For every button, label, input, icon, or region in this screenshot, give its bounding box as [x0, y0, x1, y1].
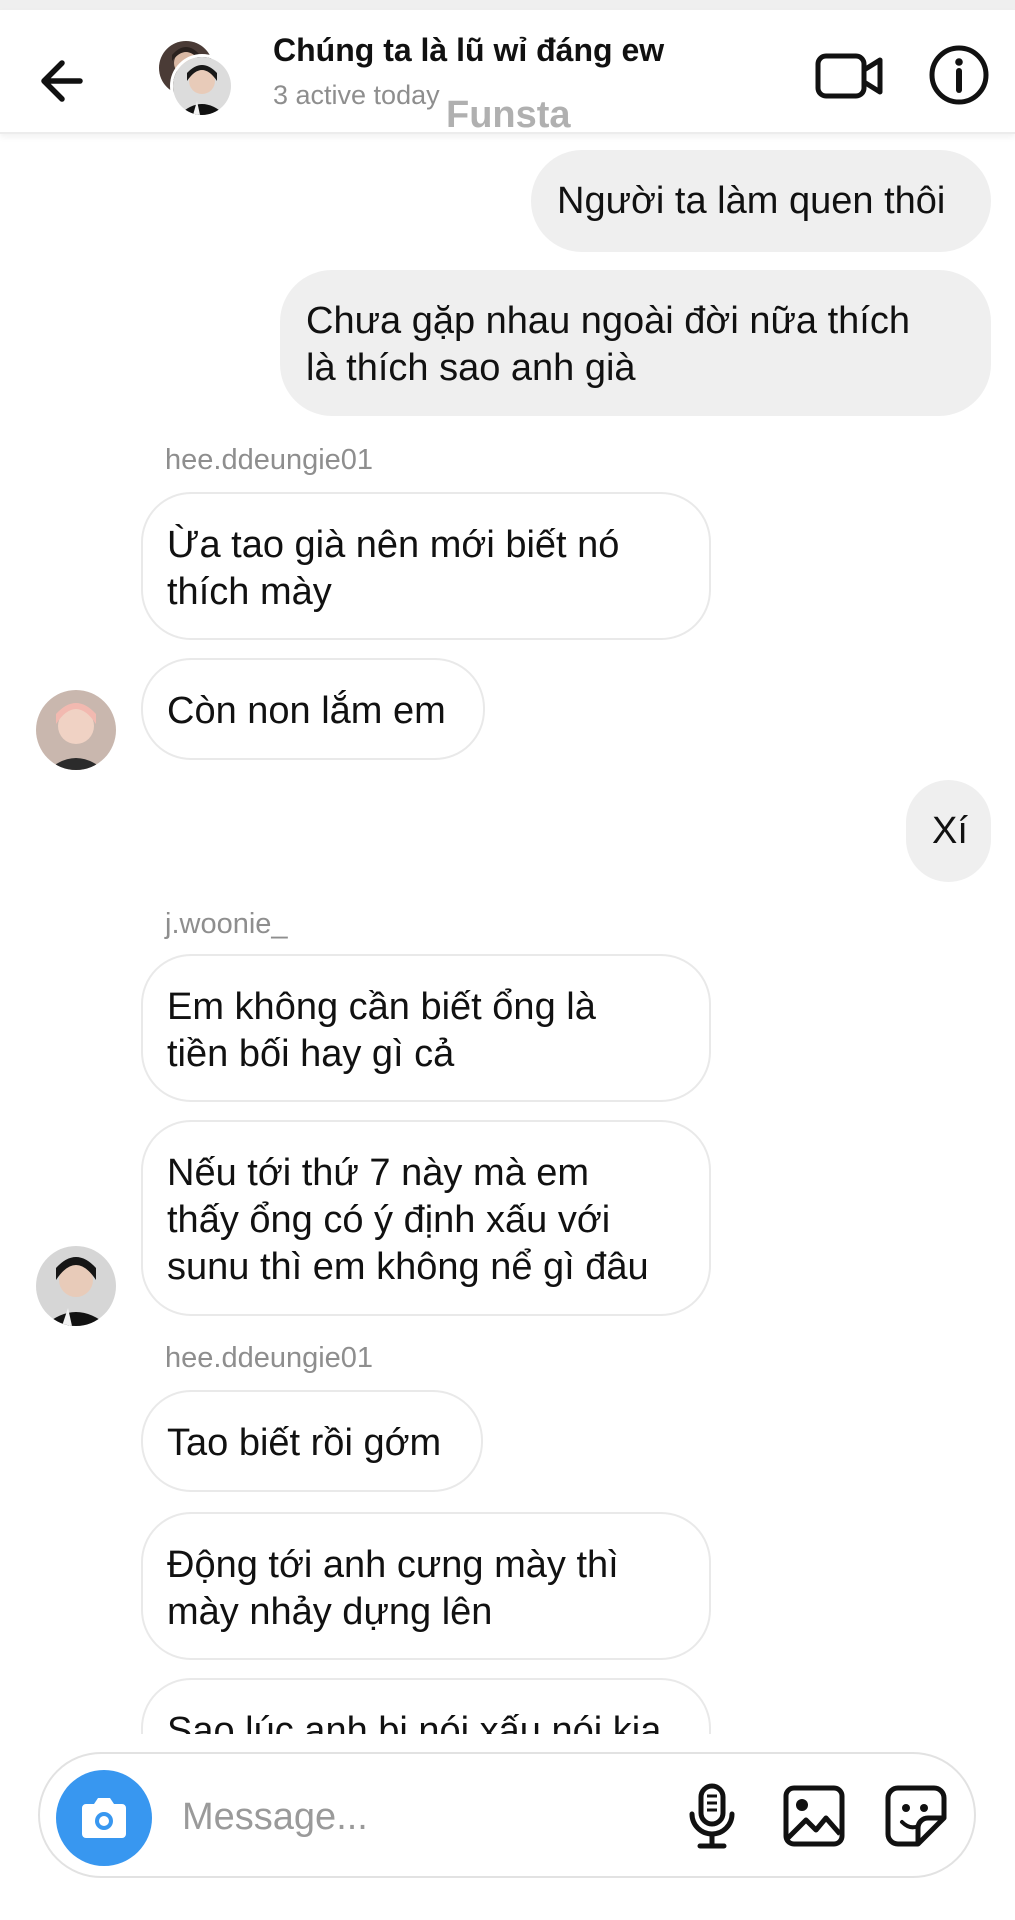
message-text-line: tiền bối hay gì cả — [167, 1033, 455, 1075]
sender-avatar[interactable] — [36, 1246, 116, 1326]
sent-message: Chưa gặp nhau ngoài đời nữa thích là thí… — [280, 270, 991, 416]
camera-icon — [82, 1798, 126, 1838]
message-text-line: Ừa tao già nên mới biết nó — [167, 524, 620, 566]
camera-button[interactable] — [56, 1770, 152, 1866]
message-text-line: thấy ổng có ý định xấu với — [167, 1199, 611, 1241]
received-message: Còn non lắm em — [141, 658, 485, 760]
message-text-line: Chưa gặp nhau ngoài đời nữa thích — [306, 300, 910, 342]
back-arrow-icon[interactable] — [28, 46, 98, 116]
received-message: Tao biết rồi gớm — [141, 1390, 483, 1492]
received-message: Động tới anh cưng mày thì mày nhảy dựng … — [141, 1512, 711, 1660]
gallery-icon[interactable] — [780, 1782, 848, 1850]
watermark: Funsta — [446, 94, 571, 136]
sender-name: j.woonie_ — [165, 908, 288, 940]
microphone-icon[interactable] — [680, 1782, 744, 1850]
chat-header: Chúng ta là lũ wỉ đáng ew 3 active today… — [0, 10, 1015, 136]
sent-message: Người ta làm quen thôi — [531, 150, 991, 252]
sender-name: hee.ddeungie01 — [165, 1342, 374, 1374]
group-member-avatar — [170, 54, 234, 118]
message-text-line: Em không cần biết ổng là — [167, 986, 596, 1028]
message-text-line: Nếu tới thứ 7 này mà em — [167, 1152, 590, 1194]
group-avatar[interactable] — [152, 30, 242, 122]
sender-name: hee.ddeungie01 — [165, 444, 374, 476]
active-status: 3 active today — [273, 80, 440, 110]
video-call-icon[interactable] — [812, 44, 888, 108]
chat-title[interactable]: Chúng ta là lũ wỉ đáng ew — [273, 32, 664, 69]
status-strip — [0, 0, 1015, 10]
received-message: Ừa tao già nên mới biết nó thích mày — [141, 492, 711, 640]
message-text-line: mày nhảy dựng lên — [167, 1591, 493, 1633]
received-message: Em không cần biết ổng là tiền bối hay gì… — [141, 954, 711, 1102]
message-text: Người ta làm quen thôi — [557, 180, 946, 222]
message-composer — [38, 1752, 976, 1878]
message-text-line: là thích sao anh già — [306, 347, 636, 389]
message-thread[interactable]: Người ta làm quen thôi Chưa gặp nhau ngo… — [0, 134, 1015, 1734]
message-text-line: sunu thì em không nể gì đâu — [167, 1246, 649, 1288]
sticker-icon[interactable] — [882, 1782, 950, 1850]
message-input[interactable] — [180, 1784, 704, 1850]
message-text: Còn non lắm em — [167, 690, 446, 732]
message-text: Sao lúc anh bị nói xấu nói kia — [167, 1710, 662, 1734]
received-message: Nếu tới thứ 7 này mà em thấy ổng có ý đị… — [141, 1120, 711, 1316]
message-text: Tao biết rồi gớm — [167, 1422, 442, 1464]
sent-message: Xí — [906, 780, 991, 882]
info-icon[interactable] — [926, 42, 992, 108]
message-text: Xí — [932, 810, 968, 852]
sender-avatar[interactable] — [36, 690, 116, 770]
received-message: Sao lúc anh bị nói xấu nói kia — [141, 1678, 711, 1734]
message-text-line: thích mày — [167, 571, 332, 613]
message-text-line: Động tới anh cưng mày thì — [167, 1544, 619, 1586]
